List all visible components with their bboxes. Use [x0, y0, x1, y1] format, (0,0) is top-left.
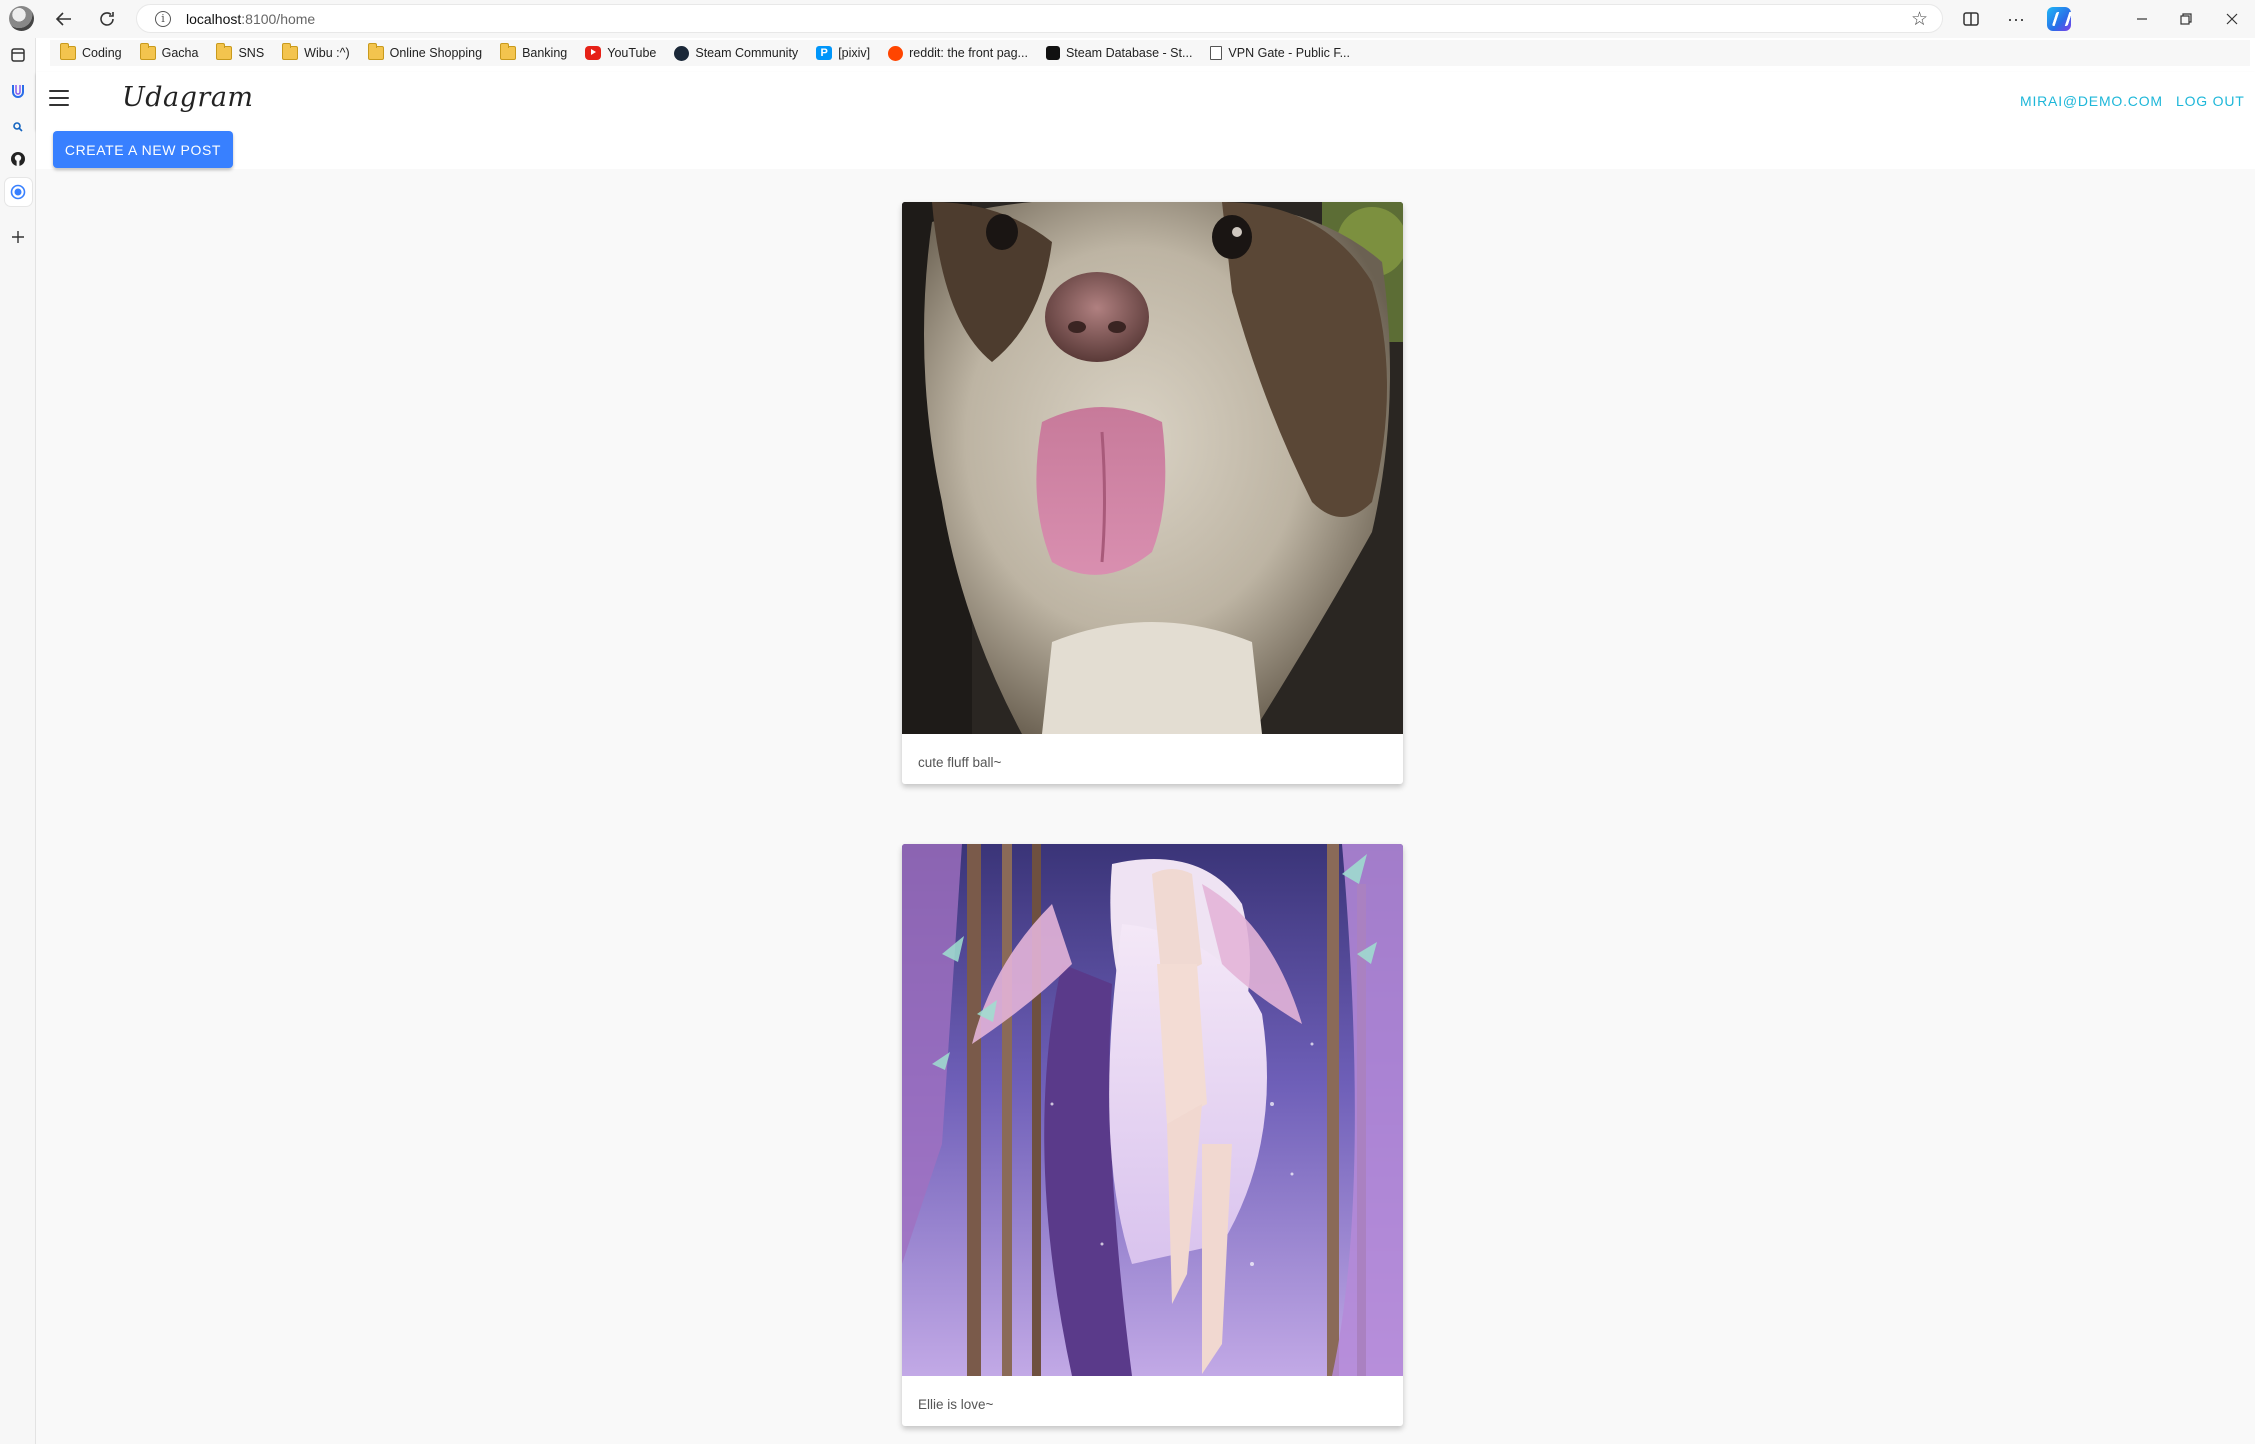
bookmark-item[interactable]: Coding [50, 40, 130, 66]
folder-icon [139, 43, 156, 60]
more-options-icon[interactable]: ··· [2004, 6, 2028, 32]
bookmark-item[interactable]: Steam Community [664, 40, 806, 66]
logout-button[interactable]: LOG OUT [2176, 93, 2245, 109]
bookmarks-bar: Coding Gacha SNS Wibu :^) Online Shopping Ban… [50, 40, 2250, 66]
copilot-icon[interactable] [2047, 7, 2071, 31]
app-content: Udagram MIRAI@DEMO.COM LOG OUT CREATE A … [36, 72, 2255, 1444]
split-screen-icon[interactable] [1960, 6, 1982, 32]
udemy-tab-icon[interactable] [9, 82, 27, 100]
page-icon [1210, 46, 1223, 60]
bookmark-item[interactable]: SNS [206, 40, 272, 66]
folder-icon [500, 43, 517, 60]
app-brand: Udagram [122, 82, 254, 113]
tab-actions-icon[interactable] [9, 46, 27, 64]
app-header: Udagram MIRAI@DEMO.COM LOG OUT [36, 72, 2255, 129]
folder-icon [367, 43, 384, 60]
bookmark-item[interactable]: YouTube [575, 40, 664, 66]
bookmark-label: Wibu :^) [304, 46, 350, 60]
bookmark-label: Gacha [161, 46, 199, 60]
site-info-icon[interactable]: i [155, 11, 171, 27]
action-bar: CREATE A NEW POST [36, 129, 2255, 169]
bookmark-item[interactable]: Online Shopping [358, 40, 490, 66]
steam-icon [674, 45, 690, 61]
bookmark-item[interactable]: Steam Database - St... [1036, 40, 1200, 66]
folder-icon [282, 43, 299, 60]
bookmark-item[interactable]: VPN Gate - Public F... [1200, 40, 1358, 66]
browser-toolbar: i localhost:8100/home ☆ ··· [0, 0, 2255, 38]
minimize-icon[interactable] [2130, 6, 2154, 32]
post-image-anime-art [902, 844, 1403, 1376]
youtube-icon [585, 46, 602, 60]
favorite-star-icon[interactable]: ☆ [1911, 8, 1928, 31]
bookmark-item[interactable]: Wibu :^) [272, 40, 357, 66]
create-post-button[interactable]: CREATE A NEW POST [53, 131, 233, 168]
bookmark-item[interactable]: Banking [490, 40, 575, 66]
bookmark-item[interactable]: Gacha [130, 40, 207, 66]
bookmark-item[interactable]: P [pixiv] [806, 40, 878, 66]
reddit-icon [888, 45, 904, 61]
steamdb-icon [1045, 46, 1060, 60]
bookmark-label: YouTube [607, 46, 657, 60]
pixiv-icon: P [816, 46, 833, 60]
github-icon[interactable] [9, 150, 27, 168]
bookmark-label: SNS [238, 46, 265, 60]
profile-avatar[interactable] [9, 6, 34, 31]
bookmark-label: VPN Gate - Public F... [1228, 46, 1350, 60]
url-text[interactable]: localhost:8100/home [186, 11, 315, 27]
bookmark-label: Coding [82, 46, 122, 60]
restore-icon[interactable] [2174, 6, 2198, 32]
bookmark-label: Online Shopping [389, 46, 483, 60]
post-caption: cute fluff ball~ [918, 755, 1002, 770]
bookmark-label: Steam Community [695, 46, 799, 60]
bookmark-label: [pixiv] [838, 46, 871, 60]
new-tab-plus-icon[interactable] [9, 228, 27, 246]
hamburger-menu-icon[interactable] [49, 90, 69, 106]
user-email-link[interactable]: MIRAI@DEMO.COM [2020, 93, 2163, 109]
folder-icon [60, 43, 76, 60]
post-caption: Ellie is love~ [918, 1397, 994, 1412]
post-card: cute fluff ball~ [902, 202, 1403, 784]
bookmark-label: Banking [522, 46, 568, 60]
post-card: Ellie is love~ [902, 844, 1403, 1426]
back-arrow-icon[interactable] [50, 6, 78, 32]
refresh-icon[interactable] [93, 6, 121, 32]
search-tab-icon[interactable] [9, 118, 27, 136]
bookmark-label: Steam Database - St... [1065, 46, 1193, 60]
folder-icon [216, 43, 233, 60]
address-bar[interactable]: i localhost:8100/home ☆ [136, 4, 1943, 33]
localhost-tab-icon[interactable] [9, 183, 27, 201]
bookmark-item[interactable]: reddit: the front pag... [878, 40, 1036, 66]
close-icon[interactable] [2220, 6, 2244, 32]
sidebar-rail [0, 38, 36, 1444]
post-image-dog [902, 202, 1403, 734]
bookmark-label: reddit: the front pag... [909, 46, 1028, 60]
